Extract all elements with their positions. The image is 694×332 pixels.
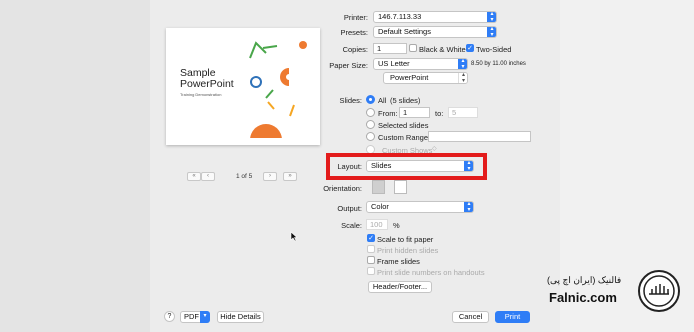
custom-shows-arrow-icon: ◇ [432,146,437,152]
cancel-button[interactable]: Cancel [452,311,489,323]
custom-range-radio[interactable] [366,132,375,141]
yellow-dash-shape-2 [267,101,275,110]
scale-fit-label: Scale to fit paper [377,235,434,244]
slides-count: (5 slides) [390,96,421,105]
brand-name: Falnic.com [549,290,617,305]
printer-select-arrow-icon: ▴ ▾ [487,12,496,22]
paper-dimensions: 8.50 by 11.00 inches [471,61,526,67]
output-select[interactable]: Color ▴ ▾ [366,201,474,213]
orientation-label: Orientation: [323,184,362,193]
slides-label: Slides: [339,96,362,105]
output-label: Output: [337,204,362,213]
portrait-orientation-icon[interactable] [372,180,385,194]
paper-size-label: Paper Size: [329,61,368,70]
blue-ring-shape [250,76,262,88]
scale-fit-checkbox[interactable]: ✓ [367,234,375,242]
green-triangle-shape [249,41,267,59]
slides-from-radio[interactable] [366,108,375,117]
header-footer-button[interactable]: Header/Footer... [368,281,432,293]
frame-slides-label: Frame slides [377,257,420,266]
output-value: Color [371,202,389,211]
selected-slides-radio[interactable] [366,120,375,129]
two-sided-label: Two-Sided [476,45,512,54]
pdf-menu-button[interactable]: PDF ▾ [180,311,210,323]
paper-size-arrow-icon: ▴ ▾ [458,59,467,69]
app-options-select[interactable]: PowerPoint ▴ ▾ [383,72,468,84]
previous-page-button[interactable]: ‹ [201,172,215,181]
two-sided-checkbox[interactable]: ✓ [466,44,474,52]
brand-persian-text: فالنیک (ایران اچ پی) [547,275,622,285]
custom-range-input[interactable] [428,131,531,142]
printer-select[interactable]: 146.7.113.33 ▴ ▾ [373,11,497,23]
selected-slides-label: Selected slides [378,121,429,130]
help-button[interactable]: ? [164,311,175,322]
print-numbers-label: Print slide numbers on handouts [377,268,485,277]
copies-input[interactable]: 1 [373,43,407,54]
presets-value: Default Settings [378,27,431,36]
layout-select[interactable]: Slides ▴ ▾ [366,160,474,172]
paper-size-value: US Letter [378,59,410,68]
yellow-dash-shape [289,104,295,117]
green-line-shape [262,45,278,49]
scale-input[interactable]: 100 [366,219,388,230]
print-hidden-label: Print hidden slides [377,246,439,255]
slides-all-radio[interactable] [366,95,375,104]
slides-to-label: to: [435,109,444,118]
mouse-pointer-icon [290,231,298,242]
print-button[interactable]: Print [495,311,530,323]
print-numbers-checkbox[interactable] [367,267,375,275]
pdf-arrow-icon: ▾ [200,311,210,323]
layout-select-arrow-icon: ▴ ▾ [464,161,473,171]
custom-range-label: Custom Range: [378,133,431,142]
layout-label: Layout: [337,162,362,171]
black-white-label: Black & White [419,45,466,54]
brand-logo-mark [643,275,675,307]
slide-preview: Sample PowerPoint Training Demonstration [166,28,320,145]
layout-value: Slides [371,161,392,170]
black-white-checkbox[interactable] [409,44,417,52]
slides-all-label: All [378,96,387,105]
slides-to-input[interactable]: 5 [448,107,478,118]
brand-logo [638,270,680,312]
orange-semicircle-shape [250,124,282,138]
hide-details-button[interactable]: Hide Details [217,311,264,323]
slides-from-label: From: [378,109,398,118]
print-hidden-checkbox[interactable] [367,245,375,253]
output-select-arrow-icon: ▴ ▾ [464,202,473,212]
frame-slides-checkbox[interactable] [367,256,375,264]
background-left [0,0,150,332]
presets-label: Presets: [340,28,368,37]
landscape-orientation-icon[interactable] [394,180,407,194]
app-options-arrow-icon: ▴ ▾ [458,73,467,83]
slide-subtitle: Training Demonstration [180,92,222,97]
first-page-button[interactable]: « [187,172,201,181]
slides-from-input[interactable]: 1 [399,107,430,118]
scale-label: Scale: [341,221,362,230]
scale-unit: % [393,221,400,230]
presets-select-arrow-icon: ▴ ▾ [487,27,496,37]
next-page-button[interactable]: › [263,172,277,181]
pdf-label: PDF [184,312,199,321]
paper-size-select[interactable]: US Letter ▴ ▾ [373,58,468,70]
printer-value: 146.7.113.33 [378,12,422,21]
printer-label: Printer: [343,13,368,22]
last-page-button[interactable]: » [283,172,297,181]
green-stroke-shape [265,89,274,99]
copies-label: Copies: [342,45,368,54]
page-indicator: 1 of 5 [236,173,253,180]
presets-select[interactable]: Default Settings ▴ ▾ [373,26,497,38]
app-options-value: PowerPoint [390,73,429,82]
orange-arc-shape [280,68,289,86]
